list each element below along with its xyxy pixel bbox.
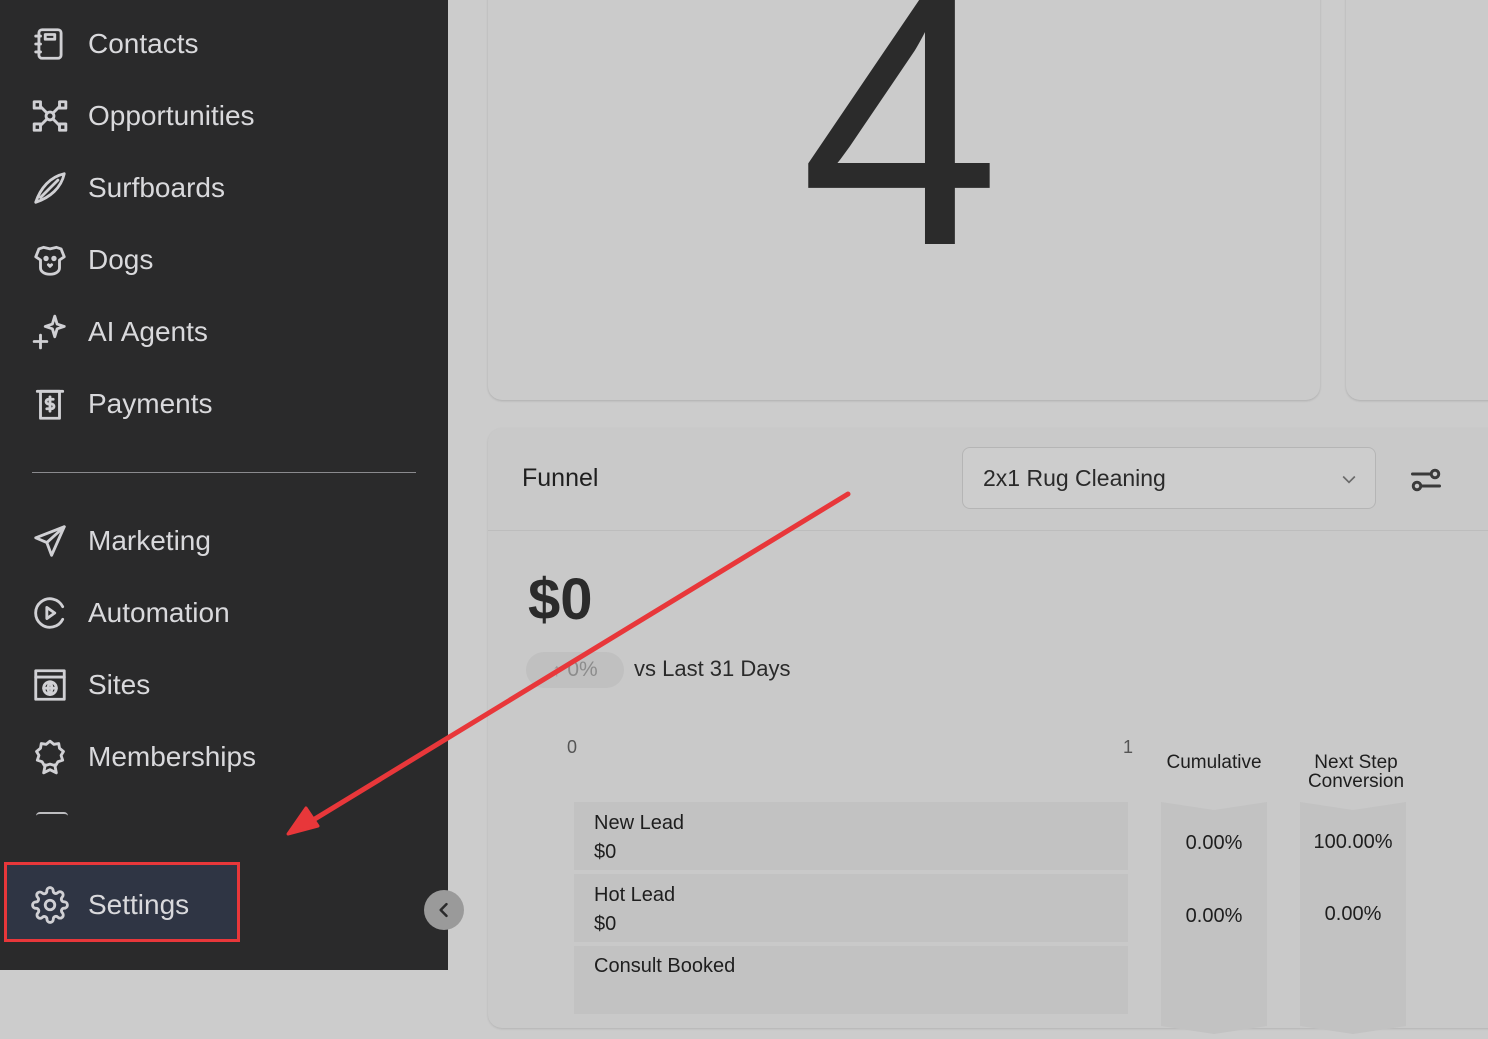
filter-settings-icon[interactable] xyxy=(1408,462,1444,498)
sidebar-item-label: Memberships xyxy=(88,741,257,772)
stat-card-secondary xyxy=(1346,0,1488,400)
sidebar-divider xyxy=(32,472,416,473)
sidebar-item-payments[interactable]: Payments xyxy=(30,382,213,426)
stage-name: Hot Lead xyxy=(594,884,676,906)
change-badge: ↑ 0% xyxy=(526,652,624,688)
stage-value: $0 xyxy=(594,913,617,935)
sidebar-item-label: Dogs xyxy=(88,244,154,275)
column-header-next-step-line1: Next Step xyxy=(1314,752,1398,773)
next-step-value: 0.00% xyxy=(1324,903,1382,925)
award-badge-icon xyxy=(30,737,70,777)
sidebar xyxy=(0,0,448,970)
stage-name: Consult Booked xyxy=(594,955,736,977)
axis-min-label: 0 xyxy=(567,737,578,757)
stat-big-number: 4 xyxy=(800,0,1001,321)
sidebar-item-label: Sites xyxy=(88,669,151,700)
cumulative-value: 0.00% xyxy=(1185,905,1243,927)
sidebar-item-label: Settings xyxy=(88,889,190,920)
paper-plane-icon xyxy=(30,521,70,561)
comparison-text: vs Last 31 Days xyxy=(634,656,791,681)
cumulative-value: 0.00% xyxy=(1185,832,1243,854)
receipt-dollar-icon xyxy=(30,384,70,424)
column-header-cumulative: Cumulative xyxy=(1166,752,1262,773)
axis-max-label: 1 xyxy=(1123,737,1134,757)
next-step-chevron xyxy=(1300,950,1406,1034)
sidebar-item-label: AI Agents xyxy=(88,316,208,347)
opportunities-network-icon xyxy=(30,96,70,136)
sidebar-item-sites[interactable]: Sites xyxy=(30,663,150,707)
funnel-title: Funnel xyxy=(522,464,599,492)
sidebar-item-label: Marketing xyxy=(88,525,211,556)
sidebar-item-ai-agents[interactable]: AI Agents xyxy=(30,310,208,354)
sidebar-item-memberships[interactable]: Memberships xyxy=(30,735,256,779)
play-circle-icon xyxy=(30,593,70,633)
sparkle-plus-icon xyxy=(30,312,70,352)
sidebar-item-surfboards[interactable]: Surfboards xyxy=(30,166,225,210)
surfboard-icon xyxy=(30,168,70,208)
change-pct: 0% xyxy=(567,658,598,681)
sidebar-item-marketing[interactable]: Marketing xyxy=(30,519,211,563)
pipeline-select[interactable]: 2x1 Rug Cleaning xyxy=(962,447,1376,509)
chevron-left-icon xyxy=(434,900,454,920)
sidebar-item-partial xyxy=(36,812,68,818)
sidebar-item-settings[interactable]: Settings xyxy=(30,883,189,927)
sidebar-item-opportunities[interactable]: Opportunities xyxy=(30,94,255,138)
sidebar-item-label: Automation xyxy=(88,597,230,628)
globe-window-icon xyxy=(30,665,70,705)
sidebar-item-contacts[interactable]: Contacts xyxy=(30,22,199,66)
sidebar-item-dogs[interactable]: Dogs xyxy=(30,238,153,282)
sidebar-item-label: Opportunities xyxy=(88,100,255,131)
arrow-up-icon: ↑ xyxy=(552,659,562,680)
sidebar-item-label: Payments xyxy=(88,388,213,419)
column-header-next-step: Next Step Conversion xyxy=(1296,753,1416,791)
stage-value: $0 xyxy=(594,841,617,863)
funnel-total-amount: $0 xyxy=(528,567,593,632)
contacts-book-icon xyxy=(30,24,70,64)
pipeline-select-value: 2x1 Rug Cleaning xyxy=(983,464,1166,491)
collapse-sidebar-button[interactable] xyxy=(424,890,464,930)
column-header-next-step-line2: Conversion xyxy=(1307,771,1405,792)
next-step-value: 100.00% xyxy=(1313,831,1393,853)
stage-name: New Lead xyxy=(594,812,685,834)
dog-icon xyxy=(30,240,70,280)
sidebar-item-label: Contacts xyxy=(88,28,199,59)
gear-icon xyxy=(30,885,70,925)
cumulative-chevron xyxy=(1161,950,1267,1034)
sidebar-item-label: Surfboards xyxy=(88,172,225,203)
sidebar-item-automation[interactable]: Automation xyxy=(30,591,230,635)
chevron-down-icon xyxy=(1339,468,1359,488)
